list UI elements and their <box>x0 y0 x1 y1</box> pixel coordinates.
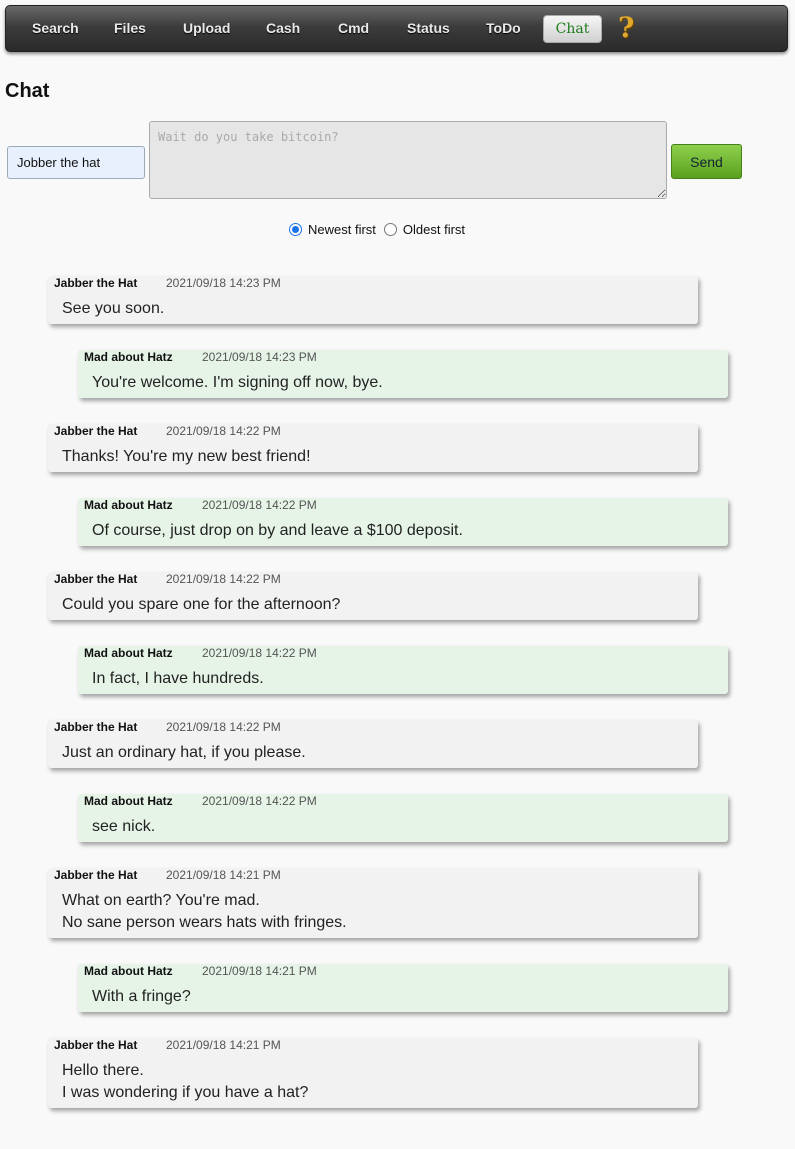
nav-cmd[interactable]: Cmd <box>338 6 369 51</box>
message-header: Jabber the Hat 2021/09/18 14:22 PM <box>54 424 281 438</box>
chat-message: Mad about Hatz 2021/09/18 14:21 PM With a … <box>78 964 728 1012</box>
name-input[interactable] <box>7 146 145 179</box>
message-header: Jabber the Hat 2021/09/18 14:21 PM <box>54 1038 281 1052</box>
newest-first-radio[interactable] <box>289 222 302 236</box>
message-body: In fact, I have hundreds. <box>92 668 264 690</box>
page-title: Chat <box>5 80 50 102</box>
message-timestamp: 2021/09/18 14:22 PM <box>202 498 317 512</box>
chat-message: Jabber the Hat 2021/09/18 14:21 PM What on… <box>48 868 698 938</box>
newest-first-label[interactable]: Newest first <box>308 222 376 237</box>
chat-message: Mad about Hatz 2021/09/18 14:22 PM see nic… <box>78 794 728 842</box>
message-line: You're welcome. I'm signing off now, bye… <box>92 374 383 391</box>
message-body: Hello there. I was wondering if you have … <box>62 1060 308 1104</box>
message-author: Mad about Hatz <box>84 646 173 660</box>
message-author: Jabber the Hat <box>54 276 138 290</box>
chat-message: Jabber the Hat 2021/09/18 14:22 PM Just an… <box>48 720 698 768</box>
message-body: Thanks! You're my new best friend! <box>62 446 311 468</box>
message-body: What on earth? You're mad. No sane person… <box>62 890 347 934</box>
message-line: Of course, just drop on by and leave a $… <box>92 522 463 539</box>
message-timestamp: 2021/09/18 14:21 PM <box>166 1038 281 1052</box>
message-body: Just an ordinary hat, if you please. <box>62 742 306 764</box>
nav-search[interactable]: Search <box>32 6 79 51</box>
message-body: You're welcome. I'm signing off now, bye… <box>92 372 383 394</box>
top-navbar: Search Files Upload Cash Cmd Status ToDo… <box>5 5 788 52</box>
nav-todo[interactable]: ToDo <box>486 6 521 51</box>
message-line: What on earth? You're mad. <box>62 892 260 909</box>
message-header: Jabber the Hat 2021/09/18 14:22 PM <box>54 572 281 586</box>
message-author: Mad about Hatz <box>84 964 173 978</box>
message-header: Jabber the Hat 2021/09/18 14:23 PM <box>54 276 281 290</box>
message-author: Jabber the Hat <box>54 1038 138 1052</box>
message-line: No sane person wears hats with fringes. <box>62 914 347 931</box>
message-body: With a fringe? <box>92 986 191 1008</box>
message-line: Thanks! You're my new best friend! <box>62 448 311 465</box>
message-header: Mad about Hatz 2021/09/18 14:22 PM <box>84 646 317 660</box>
chat-message: Jabber the Hat 2021/09/18 14:22 PM Thanks!… <box>48 424 698 472</box>
message-line: With a fringe? <box>92 988 191 1005</box>
nav-status[interactable]: Status <box>407 6 450 51</box>
nav-cash[interactable]: Cash <box>266 6 300 51</box>
message-timestamp: 2021/09/18 14:22 PM <box>202 646 317 660</box>
message-author: Mad about Hatz <box>84 794 173 808</box>
message-body: Of course, just drop on by and leave a $… <box>92 520 463 542</box>
oldest-first-radio[interactable] <box>383 222 397 236</box>
message-header: Mad about Hatz 2021/09/18 14:22 PM <box>84 794 317 808</box>
message-timestamp: 2021/09/18 14:22 PM <box>166 720 281 734</box>
message-body: Could you spare one for the afternoon? <box>62 594 340 616</box>
message-author: Mad about Hatz <box>84 498 173 512</box>
message-body: see nick. <box>92 816 155 838</box>
chat-message: Mad about Hatz 2021/09/18 14:22 PM Of cour… <box>78 498 728 546</box>
chat-message: Mad about Hatz 2021/09/18 14:22 PM In fact… <box>78 646 728 694</box>
message-header: Mad about Hatz 2021/09/18 14:21 PM <box>84 964 317 978</box>
message-header: Jabber the Hat 2021/09/18 14:22 PM <box>54 720 281 734</box>
chat-message: Mad about Hatz 2021/09/18 14:23 PM You're … <box>78 350 728 398</box>
message-line: Just an ordinary hat, if you please. <box>62 744 306 761</box>
message-header: Mad about Hatz 2021/09/18 14:22 PM <box>84 498 317 512</box>
message-line: see nick. <box>92 818 156 835</box>
message-timestamp: 2021/09/18 14:21 PM <box>166 868 281 882</box>
message-author: Mad about Hatz <box>84 350 173 364</box>
oldest-first-label[interactable]: Oldest first <box>403 222 465 237</box>
chat-message: Jabber the Hat 2021/09/18 14:21 PM Hello t… <box>48 1038 698 1108</box>
message-input[interactable] <box>149 121 667 199</box>
chat-message: Jabber the Hat 2021/09/18 14:23 PM See you… <box>48 276 698 324</box>
message-header: Mad about Hatz 2021/09/18 14:23 PM <box>84 350 317 364</box>
nav-chat[interactable]: Chat <box>543 15 602 43</box>
nav-upload[interactable]: Upload <box>183 6 230 51</box>
nav-files[interactable]: Files <box>114 6 146 51</box>
message-line: Hello there. <box>62 1062 144 1079</box>
message-line: Could you spare one for the afternoon? <box>62 596 341 613</box>
message-timestamp: 2021/09/18 14:22 PM <box>166 424 281 438</box>
message-line: I was wondering if you have a hat? <box>62 1084 309 1101</box>
message-timestamp: 2021/09/18 14:22 PM <box>166 572 281 586</box>
message-author: Jabber the Hat <box>54 720 138 734</box>
sort-order-group: Newest first Oldest first <box>287 219 471 239</box>
chat-message: Jabber the Hat 2021/09/18 14:22 PM Could y… <box>48 572 698 620</box>
message-line: In fact, I have hundreds. <box>92 670 264 687</box>
send-button[interactable]: Send <box>671 144 742 179</box>
message-header: Jabber the Hat 2021/09/18 14:21 PM <box>54 868 281 882</box>
message-timestamp: 2021/09/18 14:22 PM <box>202 794 317 808</box>
message-author: Jabber the Hat <box>54 868 138 882</box>
message-author: Jabber the Hat <box>54 424 138 438</box>
message-line: See you soon. <box>62 300 165 317</box>
message-body: See you soon. <box>62 298 164 320</box>
help-icon[interactable]: ? <box>618 13 640 43</box>
message-timestamp: 2021/09/18 14:23 PM <box>202 350 317 364</box>
message-author: Jabber the Hat <box>54 572 138 586</box>
message-timestamp: 2021/09/18 14:23 PM <box>166 276 281 290</box>
message-timestamp: 2021/09/18 14:21 PM <box>202 964 317 978</box>
